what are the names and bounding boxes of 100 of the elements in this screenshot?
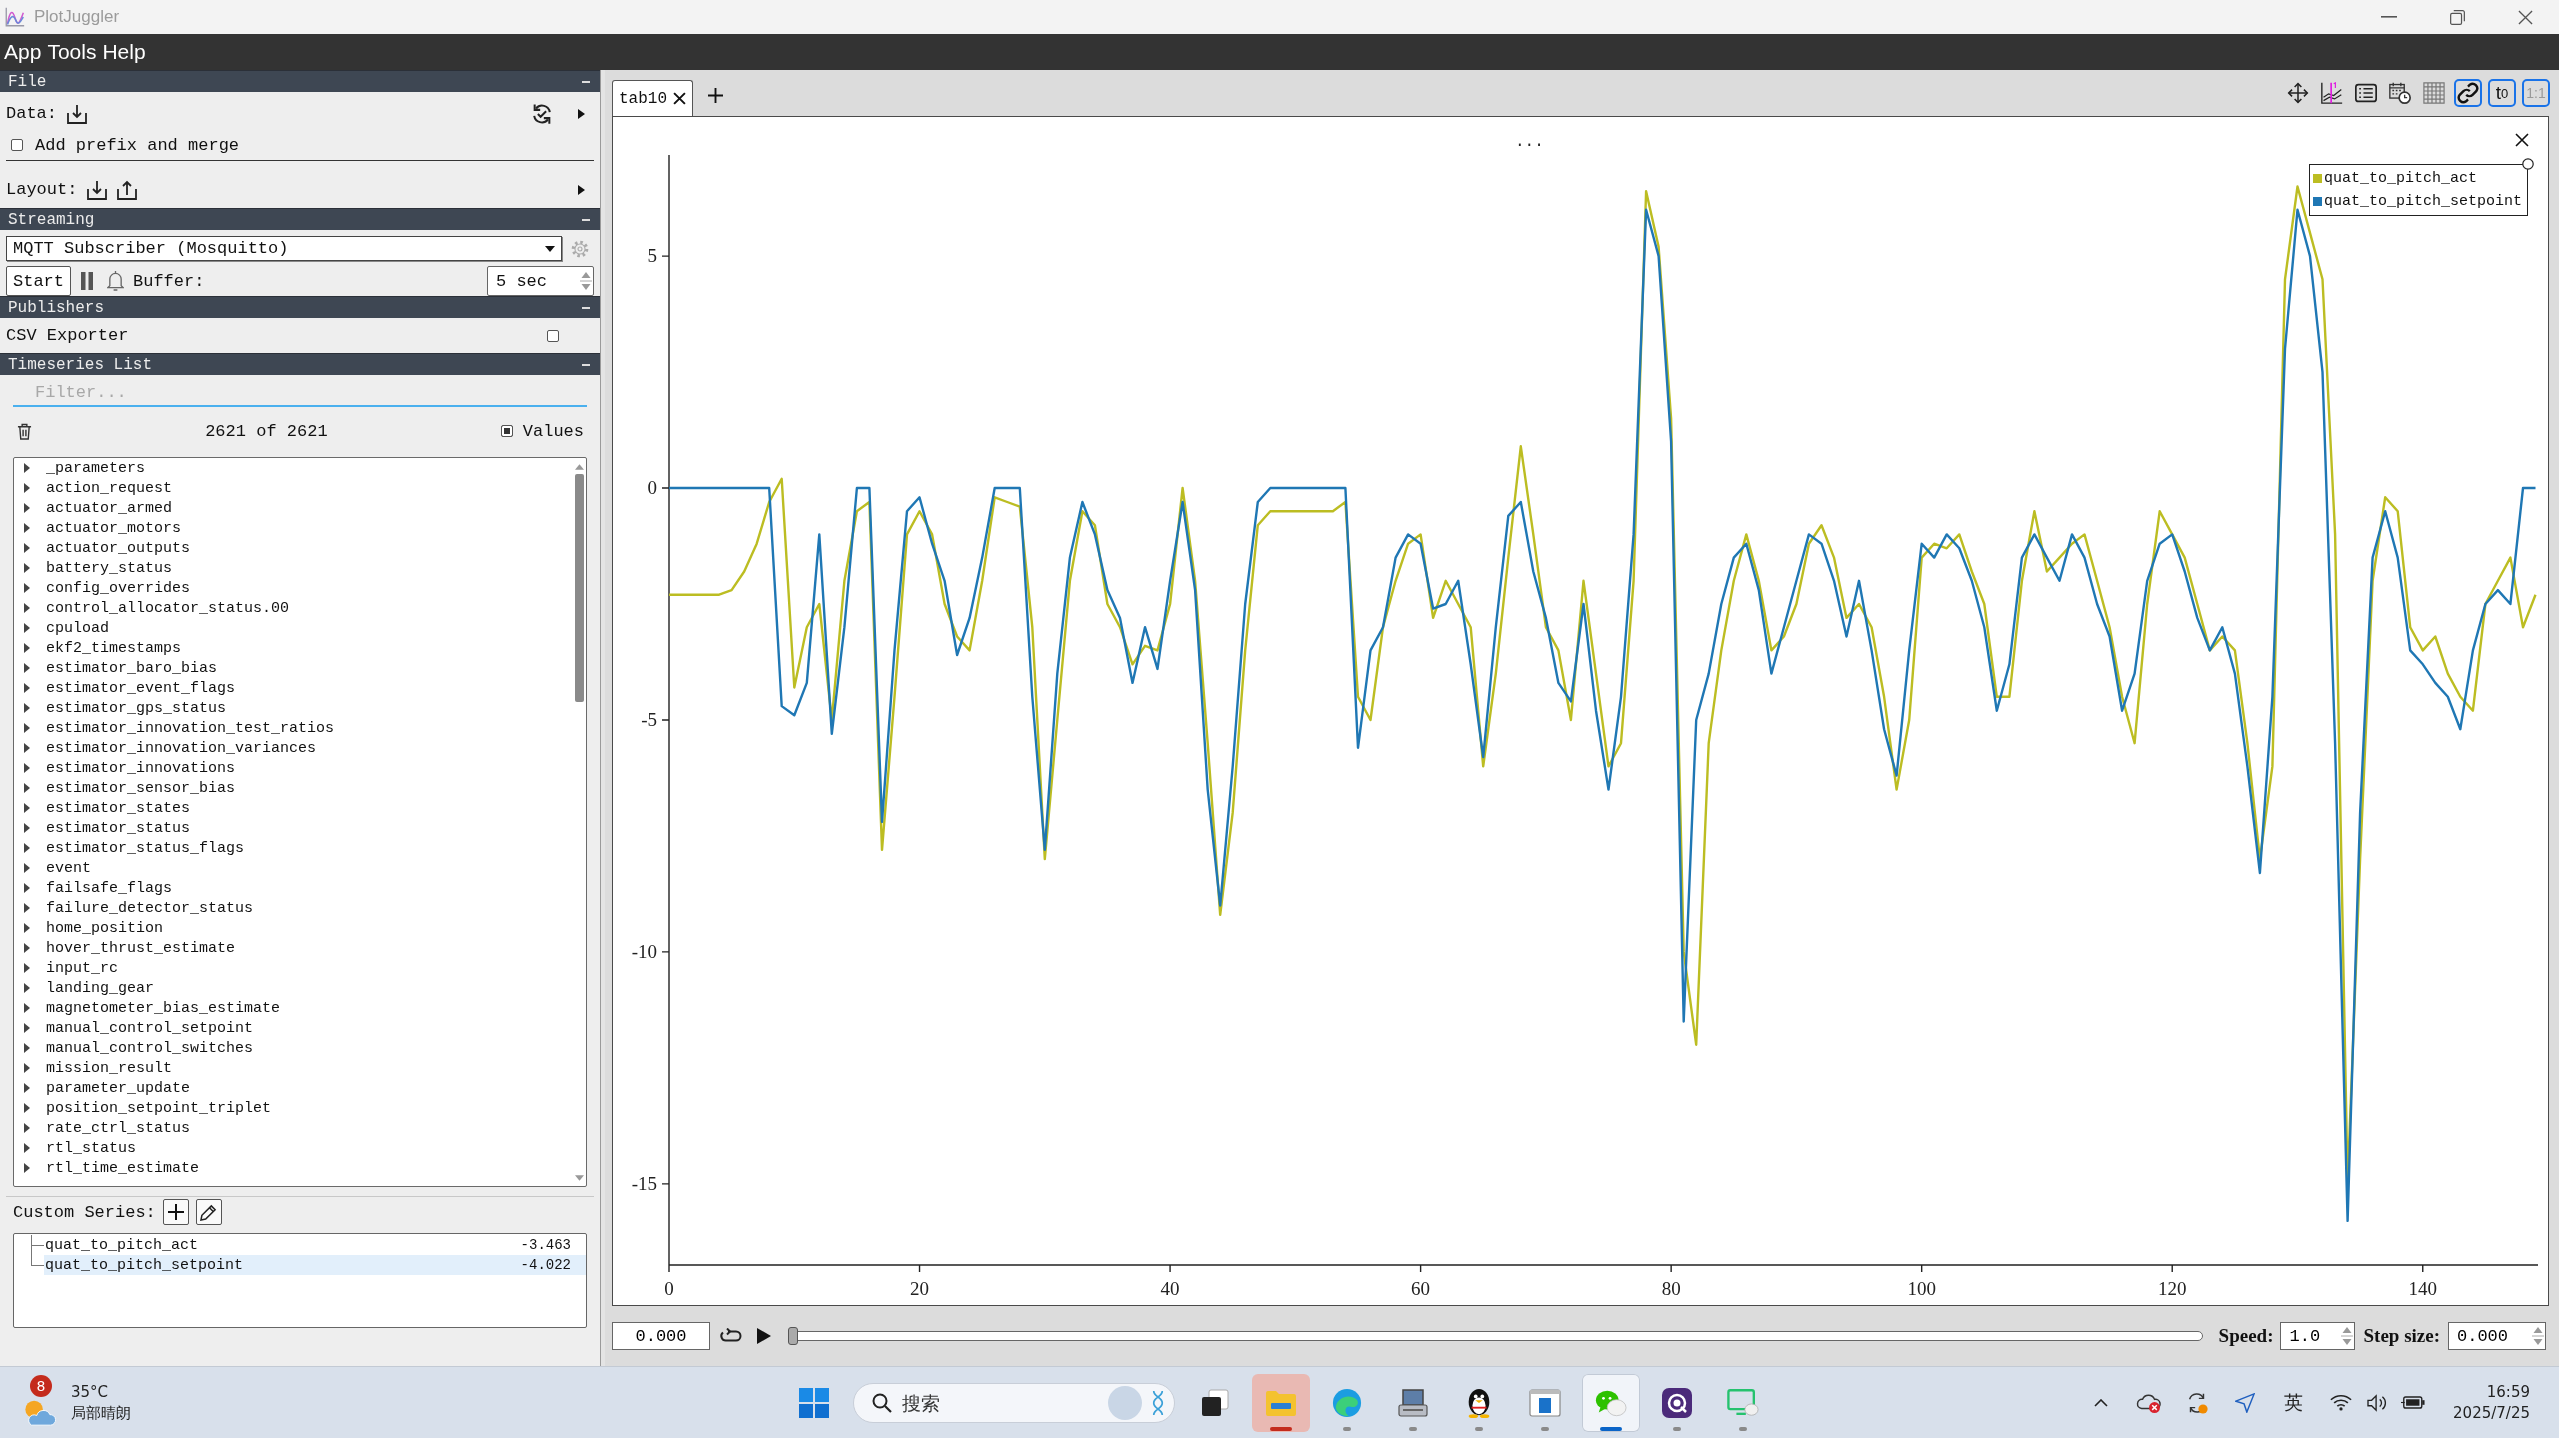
tree-item[interactable]: estimator_states	[24, 798, 572, 818]
menu-item[interactable]: Help	[102, 40, 146, 64]
collapsed-arrow-icon[interactable]	[24, 1143, 30, 1153]
trash-icon[interactable]	[17, 422, 32, 440]
collapse-icon[interactable]	[582, 80, 590, 83]
tree-item[interactable]: estimator_status	[24, 818, 572, 838]
tree-item[interactable]: input_rc	[24, 958, 572, 978]
collapsed-arrow-icon[interactable]	[24, 503, 30, 513]
close-icon[interactable]	[2515, 133, 2529, 147]
tree-item[interactable]: rtl_status	[24, 1138, 572, 1158]
scroll-up-icon[interactable]	[574, 464, 584, 470]
ring-tile-icon[interactable]	[1661, 1387, 1693, 1418]
checkbox[interactable]	[500, 425, 513, 437]
collapsed-arrow-icon[interactable]	[24, 523, 30, 533]
menu-item[interactable]: App	[4, 40, 42, 64]
collapsed-arrow-icon[interactable]	[24, 823, 30, 833]
collapsed-arrow-icon[interactable]	[24, 1083, 30, 1093]
search-bar[interactable]: 搜索	[853, 1382, 1175, 1423]
import-icon[interactable]	[87, 179, 108, 200]
tree-item[interactable]: event	[24, 858, 572, 878]
chevron-up-icon[interactable]	[2094, 1398, 2109, 1407]
tree-item[interactable]: config_overrides	[24, 578, 572, 598]
refresh-check-icon[interactable]	[531, 102, 553, 125]
menu-item[interactable]: Tools	[47, 40, 97, 64]
menu-arrow-icon[interactable]	[578, 184, 585, 195]
legend-handle-icon[interactable]	[2522, 158, 2534, 170]
collapsed-arrow-icon[interactable]	[24, 703, 30, 713]
plus-icon[interactable]	[167, 1204, 184, 1220]
tree-item[interactable]: estimator_status_flags	[24, 838, 572, 858]
collapse-icon[interactable]	[582, 363, 590, 366]
battery-icon[interactable]	[2401, 1395, 2426, 1410]
tree-item[interactable]: home_position	[24, 918, 572, 938]
tree-item[interactable]: parameter_update	[24, 1078, 572, 1098]
import-icon[interactable]	[67, 103, 87, 124]
collapsed-arrow-icon[interactable]	[24, 463, 30, 473]
source-dropdown[interactable]: MQTT Subscriber (Mosquitto)	[6, 236, 562, 261]
search-icon[interactable]	[872, 1392, 892, 1413]
tree-item[interactable]: estimator_event_flags	[24, 678, 572, 698]
collapsed-arrow-icon[interactable]	[24, 963, 30, 973]
collapsed-arrow-icon[interactable]	[24, 623, 30, 633]
overlapping-squares-icon[interactable]	[1199, 1387, 1231, 1418]
volume-icon[interactable]	[2366, 1393, 2389, 1412]
collapsed-arrow-icon[interactable]	[24, 543, 30, 553]
add-tab-icon[interactable]	[708, 88, 723, 103]
collapsed-arrow-icon[interactable]	[24, 803, 30, 813]
bell-icon[interactable]	[107, 270, 124, 292]
slider-thumb[interactable]	[788, 1327, 798, 1345]
collapsed-arrow-icon[interactable]	[24, 603, 30, 613]
tree-item[interactable]: estimator_sensor_bias	[24, 778, 572, 798]
dropdown-caret-icon[interactable]	[545, 245, 555, 252]
collapsed-arrow-icon[interactable]	[24, 763, 30, 773]
series-name[interactable]: quat_to_pitch_act	[45, 1236, 521, 1254]
collapsed-arrow-icon[interactable]	[24, 1163, 30, 1173]
collapsed-arrow-icon[interactable]	[24, 943, 30, 953]
tree-item[interactable]: manual_control_setpoint	[24, 1018, 572, 1038]
tree-item[interactable]: rtl_time_estimate	[24, 1158, 572, 1178]
add-series-button[interactable]	[162, 1199, 189, 1225]
collapsed-arrow-icon[interactable]	[24, 1123, 30, 1133]
collapsed-arrow-icon[interactable]	[24, 683, 30, 693]
tree-item[interactable]: estimator_innovations	[24, 758, 572, 778]
search-field[interactable]: 搜索	[902, 1391, 1098, 1414]
tree-item[interactable]: position_setpoint_triplet	[24, 1098, 572, 1118]
series-name[interactable]: quat_to_pitch_setpoint	[45, 1256, 521, 1274]
tree-item[interactable]: estimator_baro_bias	[24, 658, 572, 678]
edit-series-button[interactable]	[195, 1199, 222, 1225]
speed-spinbox[interactable]: 1.0	[2280, 1322, 2356, 1350]
start-button[interactable]: Start	[6, 266, 71, 296]
scrollbar-thumb[interactable]	[574, 474, 584, 702]
collapsed-arrow-icon[interactable]	[24, 843, 30, 853]
collapsed-arrow-icon[interactable]	[24, 563, 30, 573]
export-icon[interactable]	[117, 179, 138, 200]
tree-item[interactable]: hover_thrust_estimate	[24, 938, 572, 958]
checkbox-label[interactable]: Add prefix and merge	[35, 135, 240, 155]
collapsed-arrow-icon[interactable]	[24, 643, 30, 653]
buffer-spinbox[interactable]: 5 sec	[487, 266, 594, 296]
timeline-slider[interactable]	[788, 1327, 2203, 1345]
collapsed-arrow-icon[interactable]	[24, 1023, 30, 1033]
tree-item[interactable]: estimator_gps_status	[24, 698, 572, 718]
location-arrow-icon[interactable]	[2235, 1392, 2256, 1413]
tab-close-icon[interactable]	[673, 92, 686, 105]
tree-item[interactable]: landing_gear	[24, 978, 572, 998]
checkbox[interactable]	[11, 139, 23, 151]
tree-item[interactable]: manual_control_switches	[24, 1038, 572, 1058]
tree-item[interactable]: mission_result	[24, 1058, 572, 1078]
collapsed-arrow-icon[interactable]	[24, 983, 30, 993]
tree-item[interactable]: failsafe_flags	[24, 878, 572, 898]
collapse-icon[interactable]	[582, 306, 590, 309]
tree-item[interactable]: actuator_motors	[24, 518, 572, 538]
tiles-icon[interactable]	[799, 1387, 829, 1418]
time-field[interactable]: 0.000	[612, 1322, 710, 1350]
collapsed-arrow-icon[interactable]	[24, 723, 30, 733]
tree-item[interactable]: cpuload	[24, 618, 572, 638]
tree-item[interactable]: magnetometer_bias_estimate	[24, 998, 572, 1018]
collapsed-arrow-icon[interactable]	[24, 863, 30, 873]
collapsed-arrow-icon[interactable]	[24, 1003, 30, 1013]
loop-icon[interactable]	[719, 1328, 743, 1344]
collapse-icon[interactable]	[582, 218, 590, 221]
tree-item[interactable]: actuator_armed	[24, 498, 572, 518]
collapsed-arrow-icon[interactable]	[24, 923, 30, 933]
tree-item[interactable]: estimator_innovation_variances	[24, 738, 572, 758]
